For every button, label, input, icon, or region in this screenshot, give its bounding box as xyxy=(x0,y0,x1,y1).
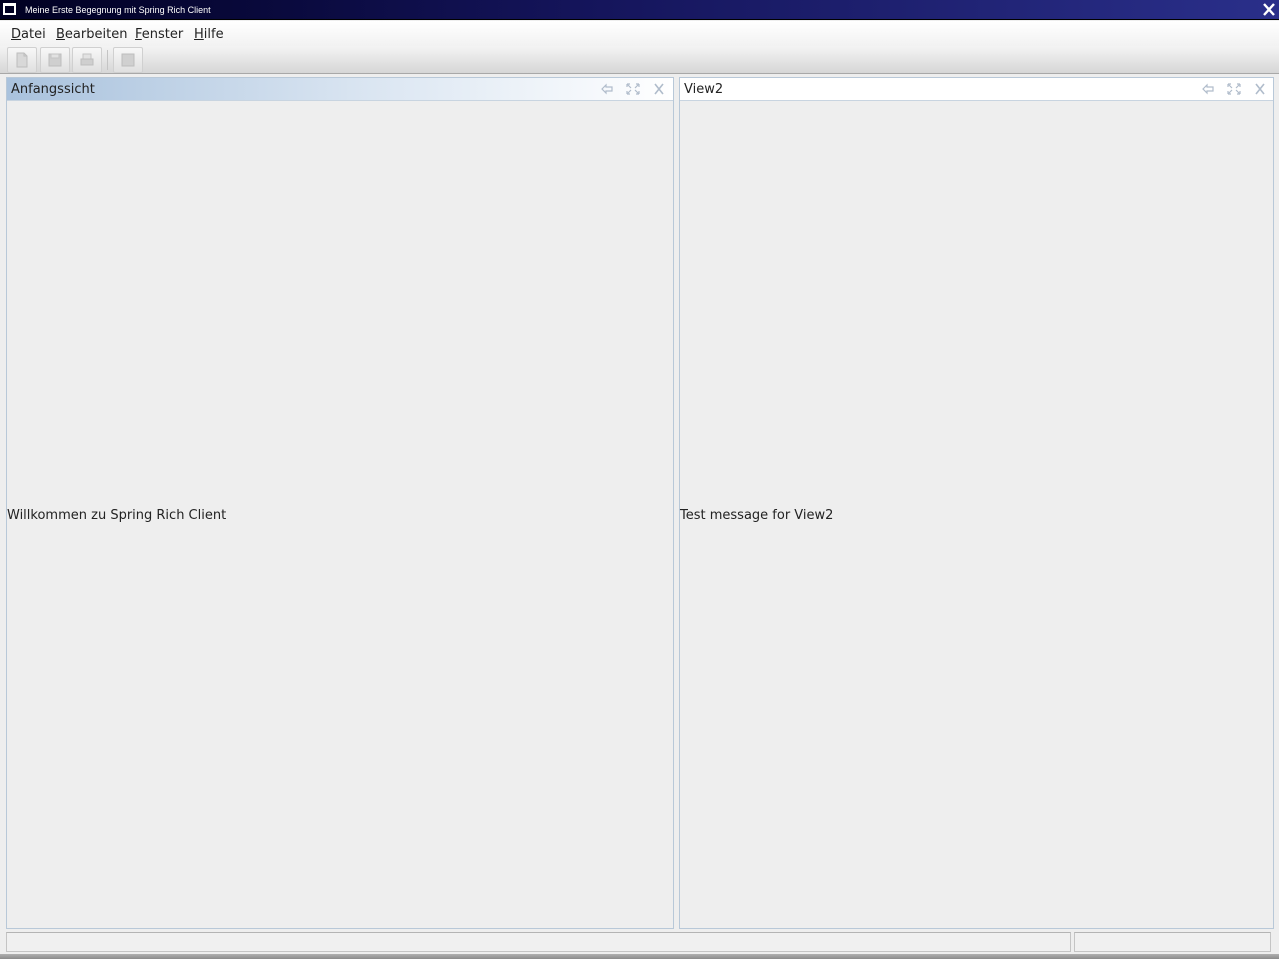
pin-icon xyxy=(1202,83,1214,95)
close-view-button[interactable] xyxy=(1252,82,1268,96)
toolbar xyxy=(0,46,1279,74)
save-icon xyxy=(48,53,62,67)
new-document-button[interactable] xyxy=(7,47,37,73)
properties-button[interactable] xyxy=(113,47,143,73)
maximize-view-button[interactable] xyxy=(625,82,641,96)
window-close-button[interactable] xyxy=(1260,1,1278,18)
maximize-icon xyxy=(626,83,640,95)
menu-bar: Datei Bearbeiten Fenster Hilfe xyxy=(0,21,1279,46)
application-window: Meine Erste Begegnung mit Spring Rich Cl… xyxy=(0,0,1279,959)
window-title: Meine Erste Begegnung mit Spring Rich Cl… xyxy=(25,5,211,15)
close-view-button[interactable] xyxy=(651,82,667,96)
view-header[interactable]: Anfangssicht xyxy=(7,78,673,101)
maximize-view-button[interactable] xyxy=(1226,82,1242,96)
window-bottom-border xyxy=(0,954,1279,959)
view-message: Test message for View2 xyxy=(680,508,834,523)
close-icon xyxy=(654,83,664,95)
close-icon xyxy=(1263,3,1275,16)
view-title: View2 xyxy=(684,82,724,97)
title-bar[interactable]: Meine Erste Begegnung mit Spring Rich Cl… xyxy=(0,0,1279,20)
menu-datei[interactable]: Datei xyxy=(11,27,46,42)
toolbar-separator xyxy=(107,50,108,70)
properties-icon xyxy=(121,53,135,67)
status-message-field xyxy=(6,932,1071,952)
save-button[interactable] xyxy=(40,47,70,73)
view-header[interactable]: View2 xyxy=(680,78,1273,101)
menu-fenster[interactable]: Fenster xyxy=(135,27,183,42)
print-button[interactable] xyxy=(72,47,102,73)
window-menu-icon[interactable] xyxy=(3,3,16,15)
view-anfangssicht: Anfangssicht Willkommen zu Spring Rich C… xyxy=(6,77,674,929)
new-document-icon xyxy=(16,52,28,68)
close-icon xyxy=(1255,83,1265,95)
pin-icon xyxy=(601,83,613,95)
view-view2: View2 Test message for View2 xyxy=(679,77,1274,929)
menu-hilfe[interactable]: Hilfe xyxy=(194,27,224,42)
pin-view-button[interactable] xyxy=(599,82,615,96)
status-progress-field xyxy=(1074,932,1271,952)
view-message: Willkommen zu Spring Rich Client xyxy=(7,508,227,523)
pin-view-button[interactable] xyxy=(1200,82,1216,96)
menu-bearbeiten[interactable]: Bearbeiten xyxy=(56,27,127,42)
view-title: Anfangssicht xyxy=(11,82,95,97)
print-icon xyxy=(80,53,94,66)
maximize-icon xyxy=(1227,83,1241,95)
